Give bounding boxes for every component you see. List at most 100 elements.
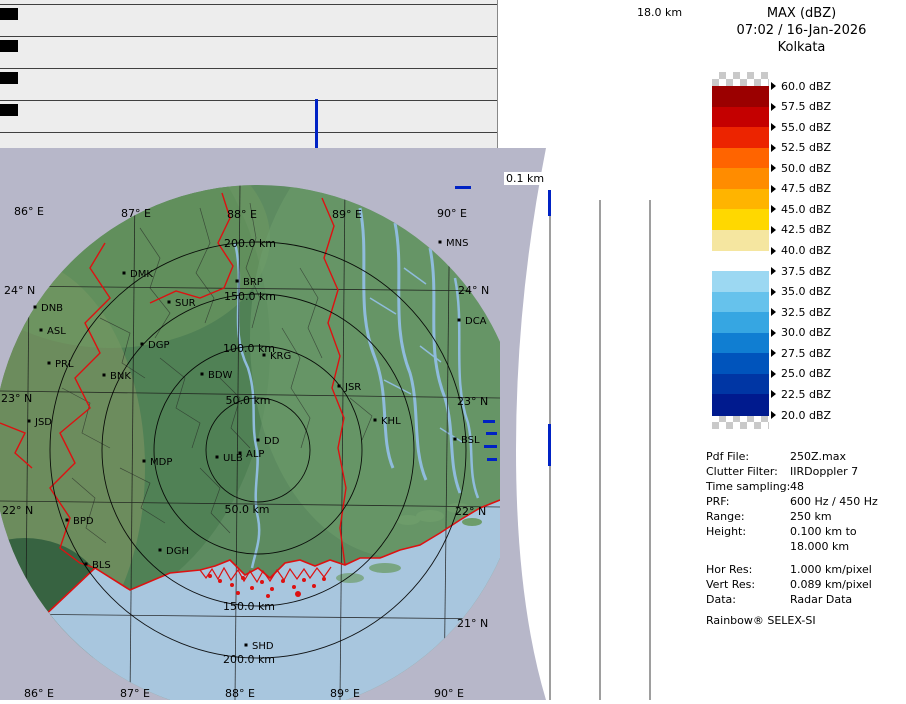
station-dot <box>168 301 171 304</box>
station-label: DCA <box>465 316 487 327</box>
dbz-color-row <box>712 374 769 395</box>
transparency-checker-top <box>712 72 769 86</box>
dbz-tick-label: 25.0 dBZ <box>771 367 831 381</box>
tick-arrow-icon <box>771 205 776 213</box>
grid-label: 24° N <box>458 284 489 297</box>
height-gridline <box>0 4 497 5</box>
info-row: Range:250 km <box>706 510 832 525</box>
tick-arrow-icon <box>771 390 776 398</box>
station-label: MDP <box>150 457 172 468</box>
radar-echo <box>315 99 318 148</box>
station-label: BPD <box>73 516 94 527</box>
transparency-checker-bottom <box>712 415 769 429</box>
tick-arrow-icon <box>771 288 776 296</box>
station-dot <box>40 329 43 332</box>
station-dot <box>458 319 461 322</box>
tick-arrow-icon <box>771 411 776 419</box>
dbz-tick-label: 37.5 dBZ <box>771 264 831 278</box>
station-dot <box>143 460 146 463</box>
no-data-region <box>500 148 546 700</box>
station-dot <box>374 419 377 422</box>
software-brand: Rainbow® SELEX-SI <box>706 614 816 627</box>
radar-echo <box>486 432 497 435</box>
station-dot <box>66 519 69 522</box>
radar-map-canvas[interactable]: 86° E87° E88° E89° E90° E86° E87° E88° E… <box>0 148 500 700</box>
dbz-color-row <box>712 353 769 374</box>
ring-label: 50.0 km <box>225 394 270 407</box>
tick-arrow-icon <box>771 267 776 275</box>
tick-arrow-icon <box>771 370 776 378</box>
grid-label: 90° E <box>437 207 467 220</box>
station-label: PRL <box>55 359 74 370</box>
dbz-color-row <box>712 333 769 354</box>
grid-label: 21° N <box>457 617 488 630</box>
dbz-color-row <box>712 230 769 251</box>
dbz-tick-label: 22.5 dBZ <box>771 387 831 401</box>
tick-arrow-icon <box>771 103 776 111</box>
station-dot <box>103 374 106 377</box>
station-dot <box>216 456 219 459</box>
ew-crosssection-panel <box>0 0 498 149</box>
tick-arrow-icon <box>771 308 776 316</box>
dbz-color-row <box>712 107 769 128</box>
ns-crosssection-panel: 0.1 km <box>500 148 697 700</box>
height-gridlines <box>550 195 650 700</box>
dbz-color-row <box>712 168 769 189</box>
tick-arrow-icon <box>771 144 776 152</box>
dbz-color-row <box>712 86 769 107</box>
dbz-tick-label: 20.0 dBZ <box>771 408 831 422</box>
radar-echo <box>548 190 551 216</box>
dbz-color-row <box>712 394 769 415</box>
grid-label: 90° E <box>434 687 464 700</box>
grid-label: 88° E <box>227 208 257 221</box>
dbz-tick-label: 40.0 dBZ <box>771 244 831 258</box>
height-tick-label-box <box>0 72 18 84</box>
dbz-color-row <box>712 251 769 272</box>
dbz-tick-label: 30.0 dBZ <box>771 326 831 340</box>
height-gridline <box>0 132 497 133</box>
grid-label: 22° N <box>2 504 33 517</box>
station-dot <box>159 549 162 552</box>
grid-label: 89° E <box>330 687 360 700</box>
station-label: DGH <box>166 546 189 557</box>
tick-arrow-icon <box>771 329 776 337</box>
grid-label: 22° N <box>455 505 486 518</box>
station-label: DMK <box>130 269 153 280</box>
station-label: MNS <box>446 238 468 249</box>
ring-label: 100.0 km <box>223 342 275 355</box>
dbz-tick-label: 27.5 dBZ <box>771 346 831 360</box>
station-label: JSD <box>34 417 52 428</box>
station-label: DGP <box>148 340 169 351</box>
station-label: BDW <box>208 370 233 381</box>
station-label: BSL <box>461 435 480 446</box>
station-dot <box>263 354 266 357</box>
dbz-tick-label: 50.0 dBZ <box>771 161 831 175</box>
dbz-tick-label: 32.5 dBZ <box>771 305 831 319</box>
radar-echo <box>484 445 497 448</box>
tick-arrow-icon <box>771 349 776 357</box>
info-row: 18.000 km <box>706 540 849 555</box>
tick-arrow-icon <box>771 226 776 234</box>
station-label: SHD <box>252 641 274 652</box>
grid-label: 87° E <box>121 207 151 220</box>
radar-echo <box>548 424 551 466</box>
height-tick-label-box <box>0 104 18 116</box>
grid-label: 88° E <box>225 687 255 700</box>
station-label: DD <box>264 436 280 447</box>
dbz-tick-label: 60.0 dBZ <box>771 79 831 93</box>
dbz-tick-label: 57.5 dBZ <box>771 100 831 114</box>
info-row: Vert Res:0.089 km/pixel <box>706 578 872 593</box>
dbz-color-row <box>712 209 769 230</box>
station-label: JSR <box>344 382 361 393</box>
station-label: KHL <box>381 416 401 427</box>
radar-echo <box>455 186 471 189</box>
grid-label: 23° N <box>457 395 488 408</box>
radar-map[interactable]: 86° E87° E88° E89° E90° E86° E87° E88° E… <box>0 148 500 700</box>
dbz-color-row <box>712 148 769 169</box>
station-dot <box>454 438 457 441</box>
grid-label: 23° N <box>1 392 32 405</box>
tick-arrow-icon <box>771 185 776 193</box>
height-tick-label-box <box>0 40 18 52</box>
grid-label: 24° N <box>4 284 35 297</box>
info-row: Clutter Filter:IIRDoppler 7 <box>706 465 858 480</box>
